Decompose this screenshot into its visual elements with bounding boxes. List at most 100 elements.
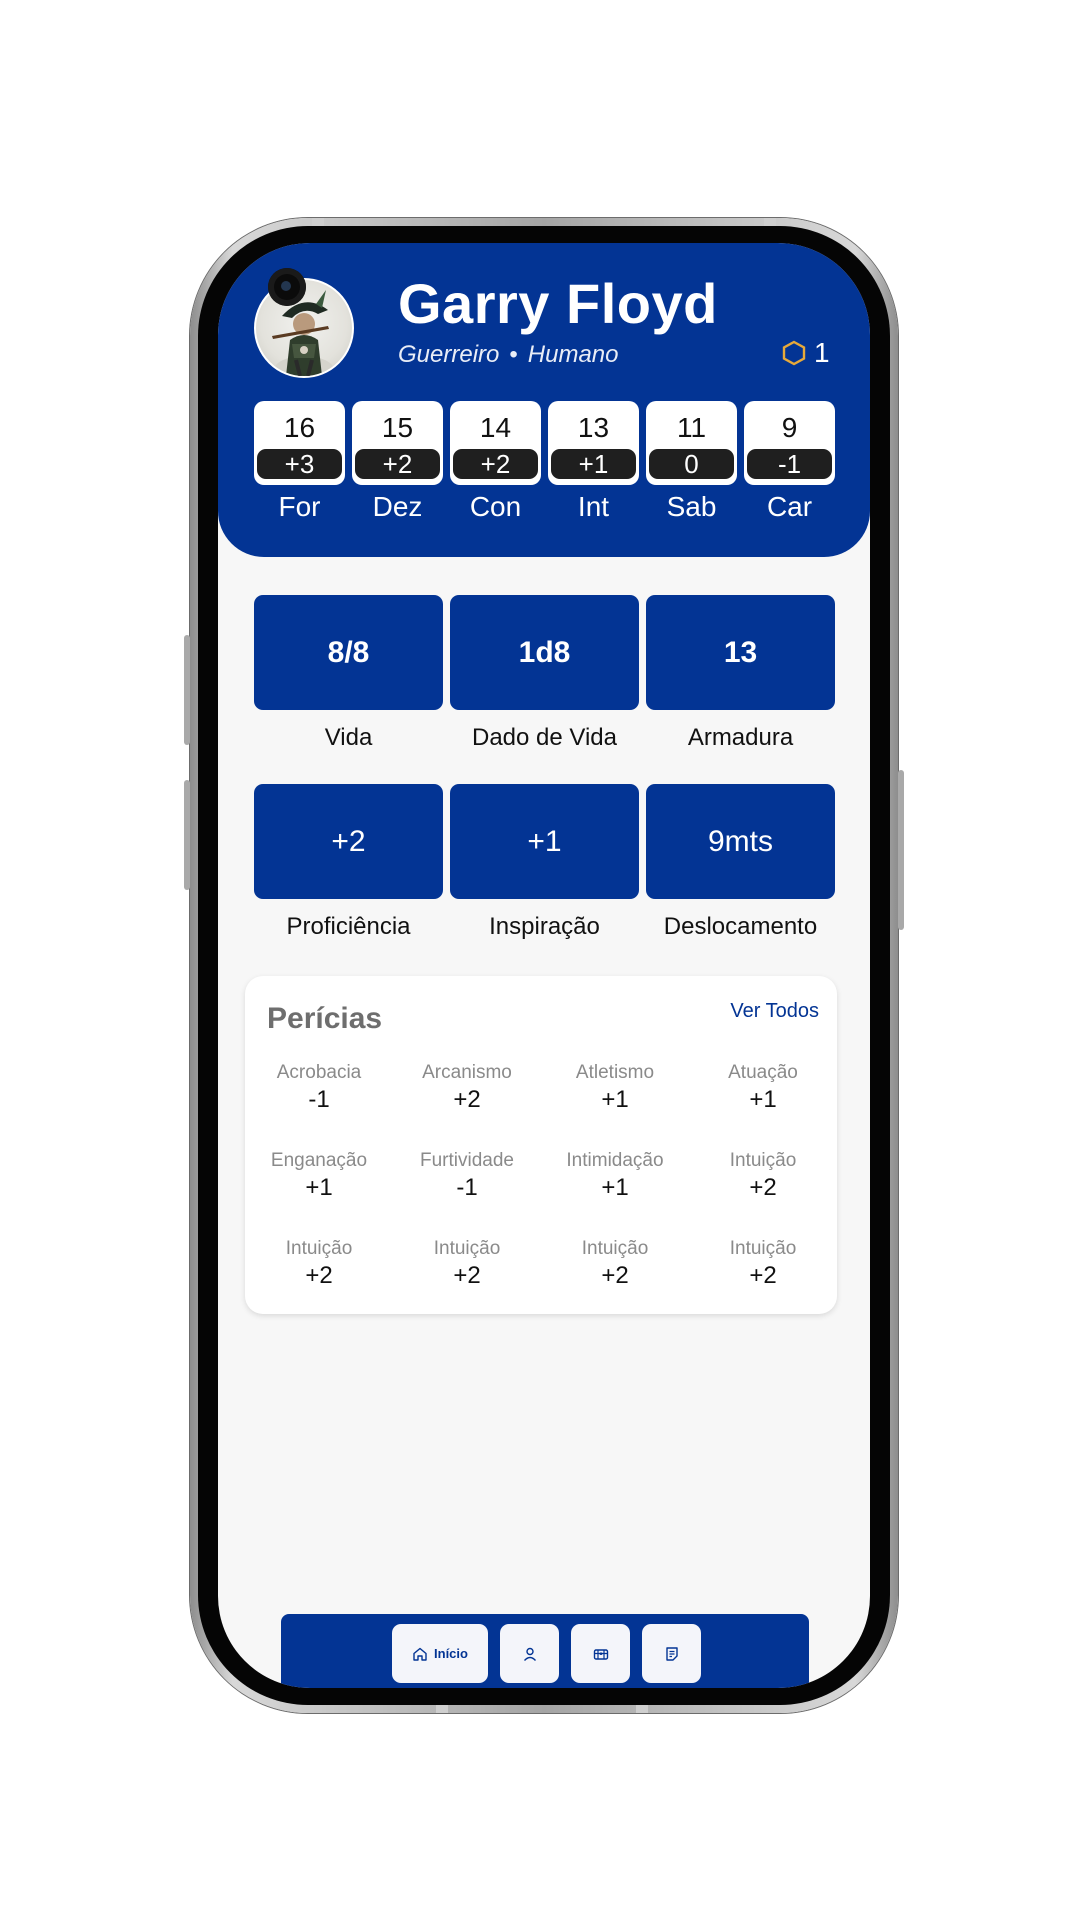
skill-name: Intuição (285, 1238, 353, 1259)
skill-item[interactable]: Acrobacia -1 (245, 1062, 393, 1114)
skill-name: Intuição (729, 1238, 797, 1259)
side-button (184, 780, 190, 890)
attribute-int[interactable]: 13 +1 Int (548, 401, 639, 523)
skills-title: Perícias (267, 1002, 383, 1035)
see-all-link[interactable]: Ver Todos (730, 1000, 819, 1023)
nav-buttons: Início (392, 1624, 701, 1683)
attribute-dez[interactable]: 15 +2 Dez (352, 401, 443, 523)
attribute-label: Con (469, 491, 522, 522)
card-proficiencia[interactable]: +2 Proficiência (254, 784, 443, 941)
nav-profile-button[interactable] (500, 1624, 559, 1683)
home-icon (413, 1647, 427, 1661)
skill-value: -1 (456, 1174, 478, 1201)
attribute-modifier: 0 (649, 449, 734, 479)
attribute-score: 11 (676, 412, 707, 443)
skill-name: Atuação (728, 1062, 798, 1083)
skill-item[interactable]: Intuição +2 (245, 1238, 393, 1290)
skills-panel: Perícias Ver Todos Acrobacia -1 Arcanismo… (245, 976, 837, 1314)
skill-value: +2 (453, 1086, 481, 1113)
skill-value: +2 (601, 1262, 629, 1289)
skill-name: Intuição (433, 1238, 501, 1259)
nav-notes-button[interactable] (642, 1624, 701, 1683)
skill-value: +1 (601, 1174, 629, 1201)
card-value: +1 (450, 784, 639, 899)
card-label: Proficiência (286, 913, 411, 940)
skills-grid: Acrobacia -1 Arcanismo +2 Atletismo +1 Atua… (245, 1062, 837, 1290)
skill-item[interactable]: Atletismo +1 (541, 1062, 689, 1114)
skill-name: Enganação (270, 1150, 368, 1171)
skill-value: +2 (749, 1262, 777, 1289)
card-value: 8/8 (254, 595, 443, 710)
level-value: 1 (814, 337, 830, 368)
side-button (184, 635, 190, 745)
attribute-score: 15 (381, 412, 414, 443)
skill-name: Intuição (729, 1150, 797, 1171)
card-deslocamento[interactable]: 9mts Deslocamento (646, 784, 835, 941)
nav-inventory-button[interactable] (571, 1624, 630, 1683)
skill-name: Acrobacia (276, 1062, 362, 1083)
card-value: +2 (254, 784, 443, 899)
bonus-cards: +2 Proficiência +1 Inspiração 9mts Deslo… (254, 784, 835, 941)
attribute-score: 13 (577, 412, 610, 443)
skill-item[interactable]: Intuição +2 (541, 1238, 689, 1290)
app-screen: Garry Floyd Guerreiro • Humano 1 16 +3 For… (218, 243, 870, 1688)
character-subtitle: Guerreiro • Humano (398, 341, 619, 369)
skill-name: Furtividade (420, 1150, 514, 1171)
skill-name: Intimidação (566, 1150, 664, 1171)
card-label: Armadura (687, 724, 794, 751)
attribute-label: For (278, 491, 321, 522)
card-value: 13 (646, 595, 835, 710)
attribute-sab[interactable]: 11 0 Sab (646, 401, 737, 523)
antenna-band (764, 218, 776, 226)
skill-value: +2 (305, 1262, 333, 1289)
skill-item[interactable]: Arcanismo +2 (393, 1062, 541, 1114)
attribute-score: 16 (283, 412, 316, 443)
skill-item[interactable]: Intuição +2 (689, 1150, 837, 1202)
card-label: Dado de Vida (471, 724, 617, 751)
level-indicator[interactable]: 1 (782, 337, 830, 369)
card-dado-de-vida[interactable]: 1d8 Dado de Vida (450, 595, 639, 752)
attribute-box: 15 +2 (352, 401, 443, 485)
inventory-icon (593, 1648, 608, 1660)
skill-item[interactable]: Atuação +1 (689, 1062, 837, 1114)
attribute-modifier: -1 (747, 449, 832, 479)
attribute-box: 11 0 (646, 401, 737, 485)
vitals-cards: 8/8 Vida 1d8 Dado de Vida 13 Armadura (254, 595, 835, 752)
skill-value: +1 (305, 1174, 333, 1201)
skill-item[interactable]: Intuição +2 (393, 1238, 541, 1290)
card-label: Deslocamento (663, 913, 818, 940)
hexagon-icon (782, 340, 806, 366)
skill-name: Atletismo (575, 1062, 655, 1083)
attribute-car[interactable]: 9 -1 Car (744, 401, 835, 523)
skill-name: Intuição (581, 1238, 649, 1259)
attribute-modifier: +2 (453, 449, 538, 479)
card-inspiracao[interactable]: +1 Inspiração (450, 784, 639, 941)
character-race: Humano (527, 341, 619, 368)
skill-value: +1 (749, 1086, 777, 1113)
attribute-for[interactable]: 16 +3 For (254, 401, 345, 523)
skill-item[interactable]: Furtividade -1 (393, 1150, 541, 1202)
card-vida[interactable]: 8/8 Vida (254, 595, 443, 752)
character-name: Garry Floyd (398, 272, 718, 335)
character-class: Guerreiro (398, 341, 500, 368)
attribute-box: 14 +2 (450, 401, 541, 485)
card-value: 1d8 (450, 595, 639, 710)
attribute-modifier: +3 (257, 449, 342, 479)
side-button (898, 770, 904, 930)
attribute-box: 16 +3 (254, 401, 345, 485)
attribute-con[interactable]: 14 +2 Con (450, 401, 541, 523)
skill-item[interactable]: Enganação +1 (245, 1150, 393, 1202)
attribute-list: 16 +3 For 15 +2 Dez 14 +2 Con 13 +1 Int … (254, 401, 835, 523)
card-armadura[interactable]: 13 Armadura (646, 595, 835, 752)
antenna-band (636, 1705, 648, 1713)
nav-home-label: Início (434, 1646, 468, 1661)
card-value: 9mts (646, 784, 835, 899)
skill-item[interactable]: Intuição +2 (689, 1238, 837, 1290)
user-icon (523, 1647, 536, 1661)
nav-home-button[interactable]: Início (392, 1624, 488, 1683)
attribute-modifier: +1 (551, 449, 636, 479)
attribute-box: 13 +1 (548, 401, 639, 485)
card-label: Inspiração (489, 913, 600, 940)
skill-item[interactable]: Intimidação +1 (541, 1150, 689, 1202)
skill-value: +2 (749, 1174, 777, 1201)
